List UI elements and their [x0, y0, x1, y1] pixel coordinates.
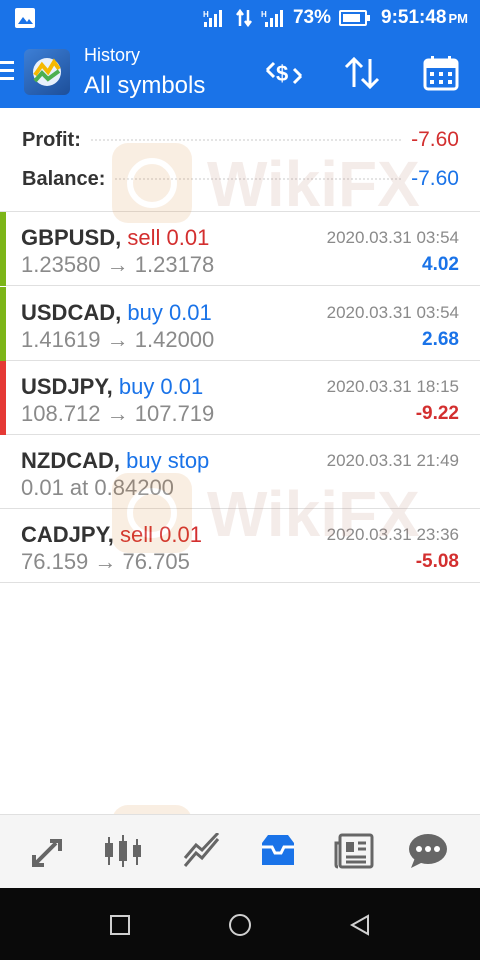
- history-icon[interactable]: [256, 831, 300, 871]
- trade-prices: 1.41619 → 1.42000: [21, 327, 215, 352]
- bottom-navigation: [0, 814, 480, 888]
- svg-text:$: $: [276, 61, 288, 86]
- trade-profit: -9.22: [415, 403, 459, 424]
- recent-apps-button[interactable]: [105, 910, 135, 940]
- account-summary: Profit: -7.60 Balance: -7.60: [0, 108, 480, 212]
- trade-prices: 108.712 → 107.719: [21, 401, 215, 426]
- quotes-icon[interactable]: [28, 831, 72, 871]
- app-logo[interactable]: [24, 49, 70, 95]
- trade-date: 2020.03.31 18:15: [326, 377, 459, 396]
- system-navigation-bar: [0, 888, 480, 960]
- balance-row: Balance: -7.60: [22, 164, 459, 194]
- dotted-leader: [115, 178, 402, 180]
- profit-indicator-bar: [0, 509, 6, 583]
- trade-profit: 4.02: [422, 254, 459, 275]
- balance-value: -7.60: [411, 167, 459, 190]
- trade-date: 2020.03.31 21:49: [326, 451, 459, 470]
- profit-label: Profit:: [22, 128, 81, 151]
- trade-title: NZDCAD, buy stop: [21, 448, 210, 473]
- app-bar: History All symbols $: [0, 36, 480, 108]
- balance-label: Balance:: [22, 167, 106, 190]
- trade-side: buy 0.01: [118, 374, 204, 399]
- trade-title: CADJPY, sell 0.01: [21, 522, 202, 547]
- data-transfer-icon: [235, 8, 253, 28]
- symbol-filter[interactable]: All symbols: [84, 72, 205, 100]
- messages-icon[interactable]: [406, 831, 450, 871]
- home-button[interactable]: [225, 910, 255, 940]
- trade-date: 2020.03.31 23:36: [326, 525, 459, 544]
- trade-title: USDCAD, buy 0.01: [21, 300, 212, 325]
- trade-prices: 76.159 → 76.705: [21, 549, 190, 574]
- menu-icon[interactable]: [0, 61, 14, 83]
- trade-side: buy 0.01: [127, 300, 212, 325]
- trade-row[interactable]: USDCAD, buy 0.01 1.41619 → 1.42000 2020.…: [0, 287, 480, 361]
- chart-icon[interactable]: [104, 831, 148, 871]
- dotted-leader: [90, 139, 402, 141]
- signal-icon: H: [203, 8, 227, 28]
- trade-side: buy stop: [126, 448, 210, 473]
- trade-date: 2020.03.31 03:54: [326, 303, 459, 322]
- signal-icon-2: H: [261, 8, 285, 28]
- trade-title: USDJPY, buy 0.01: [21, 374, 204, 399]
- trade-side: sell 0.01: [120, 522, 202, 547]
- trade-prices: 0.01 at 0.84200: [21, 475, 174, 500]
- trade-side: sell 0.01: [127, 225, 210, 250]
- trade-prices: 1.23580 → 1.23178: [21, 252, 215, 277]
- trade-icon[interactable]: [180, 831, 224, 871]
- profit-indicator-bar: [0, 435, 6, 509]
- svg-text:H: H: [261, 10, 267, 19]
- svg-text:H: H: [203, 10, 209, 19]
- gallery-icon: [14, 7, 36, 34]
- back-button[interactable]: [345, 910, 375, 940]
- profit-value: -7.60: [411, 128, 459, 151]
- trade-row[interactable]: CADJPY, sell 0.01 76.159 → 76.705 2020.0…: [0, 509, 480, 583]
- status-bar: H H 73% 9:51:48 PM: [0, 0, 480, 36]
- trade-row[interactable]: NZDCAD, buy stop 0.01 at 0.84200 2020.03…: [0, 435, 480, 509]
- profit-indicator-bar: [0, 212, 6, 286]
- profit-indicator-bar: [0, 361, 6, 435]
- calendar-icon[interactable]: [421, 54, 461, 92]
- battery-icon: [339, 10, 370, 26]
- profit-indicator-bar: [0, 287, 6, 361]
- sort-icon[interactable]: [342, 54, 382, 92]
- profit-row: Profit: -7.60: [22, 125, 459, 155]
- news-icon[interactable]: [332, 831, 376, 871]
- battery-percent: 73%: [292, 7, 331, 28]
- page-title: History: [84, 45, 141, 65]
- trade-profit: 2.68: [422, 329, 459, 350]
- currency-exchange-icon[interactable]: $: [264, 54, 304, 92]
- trade-row[interactable]: USDJPY, buy 0.01 108.712 → 107.719 2020.…: [0, 361, 480, 435]
- trade-title: GBPUSD, sell 0.01: [21, 225, 210, 250]
- trade-date: 2020.03.31 03:54: [326, 228, 459, 247]
- trade-profit: -5.08: [415, 551, 459, 572]
- trade-row[interactable]: GBPUSD, sell 0.01 1.23580 → 1.23178 2020…: [0, 212, 480, 286]
- status-time: 9:51:48 PM: [381, 7, 468, 28]
